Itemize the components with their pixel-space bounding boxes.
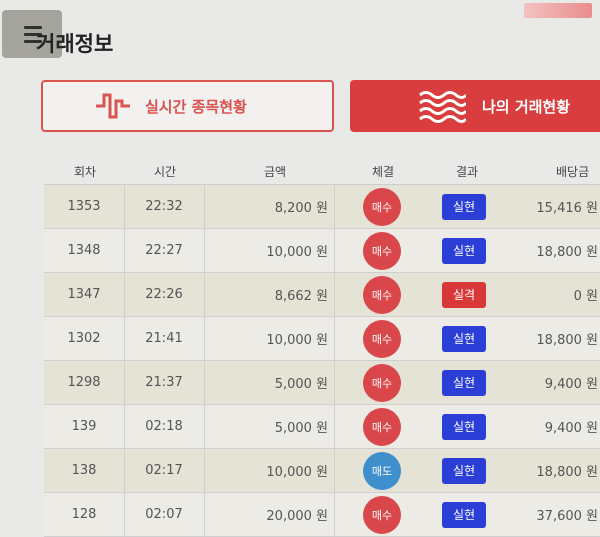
result-cell: 실현: [424, 493, 504, 536]
execution-badge: 매수: [363, 231, 401, 270]
execution-cell: 매수: [334, 229, 430, 272]
amount-cell: 8,200 원: [274, 201, 328, 216]
execution-cell: 매수: [334, 317, 430, 360]
result-cell: 실현: [424, 229, 504, 272]
waves-icon: [419, 91, 466, 123]
trade-table: 1353 22:32 8,200 원 매수 실현 15,416 원 1348 22:27 10,…: [44, 184, 600, 537]
execution-cell: 매수: [334, 405, 430, 448]
result-cell: 실현: [424, 361, 504, 404]
time-cell: 22:32: [145, 199, 183, 214]
amount-cell: 8,662 원: [274, 289, 328, 304]
result-cell: 실격: [424, 273, 504, 316]
round-cell: 1298: [67, 375, 101, 390]
table-row: 1302 21:41 10,000 원 매수 실현 18,800 원: [44, 317, 600, 361]
execution-cell: 매수: [334, 185, 430, 228]
table-row: 1353 22:32 8,200 원 매수 실현 15,416 원: [44, 185, 600, 229]
result-cell: 실현: [424, 317, 504, 360]
execution-badge: 매수: [363, 187, 401, 226]
time-cell: 02:18: [145, 419, 183, 434]
payout-cell: 9,400 원: [544, 377, 598, 392]
result-badge: 실현: [442, 413, 486, 440]
execution-badge: 매수: [363, 407, 401, 446]
round-cell: 1347: [67, 287, 101, 302]
table-row: 1298 21:37 5,000 원 매수 실현 9,400 원: [44, 361, 600, 405]
payout-cell: 18,800 원: [536, 333, 598, 348]
execution-cell: 매수: [334, 493, 430, 536]
table-row: 1347 22:26 8,662 원 매수 실격 0 원: [44, 273, 600, 317]
time-cell: 02:07: [145, 507, 183, 522]
tab-mine-label: 나의 거래현황: [482, 97, 571, 116]
result-badge: 실현: [442, 193, 486, 220]
tab-live-label: 실시간 종목현황: [145, 97, 247, 116]
amount-cell: 10,000 원: [266, 333, 328, 348]
execution-badge: 매수: [363, 275, 401, 314]
time-cell: 02:17: [145, 463, 183, 478]
result-cell: 실현: [424, 449, 504, 492]
payout-cell: 15,416 원: [536, 201, 598, 216]
column-header-round: 회차: [73, 165, 97, 179]
execution-badge: 매수: [363, 319, 401, 358]
result-badge: 실현: [442, 237, 486, 264]
result-badge: 실현: [442, 325, 486, 352]
time-cell: 22:27: [145, 243, 183, 258]
pulse-wave-icon: [96, 93, 130, 119]
payout-cell: 9,400 원: [544, 421, 598, 436]
column-header-amount: 금액: [263, 165, 287, 179]
time-cell: 22:26: [145, 287, 183, 302]
result-cell: 실현: [424, 185, 504, 228]
round-cell: 1302: [67, 331, 101, 346]
result-badge: 실현: [442, 457, 486, 484]
execution-badge: 매수: [363, 363, 401, 402]
result-badge: 실현: [442, 369, 486, 396]
result-cell: 실현: [424, 405, 504, 448]
column-header-result: 결과: [455, 165, 479, 179]
amount-cell: 10,000 원: [266, 245, 328, 260]
result-badge: 실현: [442, 501, 486, 528]
amount-cell: 20,000 원: [266, 509, 328, 524]
table-row: 128 02:07 20,000 원 매수 실현 37,600 원: [44, 493, 600, 537]
tab-my-trades[interactable]: 나의 거래현황: [350, 80, 600, 132]
execution-badge: 매수: [363, 495, 401, 534]
round-cell: 1353: [67, 199, 101, 214]
execution-cell: 매수: [334, 361, 430, 404]
page-title: 거래정보: [36, 32, 114, 56]
payout-cell: 37,600 원: [536, 509, 598, 524]
round-cell: 1348: [67, 243, 101, 258]
execution-cell: 매도: [334, 449, 430, 492]
round-cell: 139: [71, 419, 97, 434]
round-cell: 128: [71, 507, 97, 522]
result-badge: 실격: [442, 281, 486, 308]
round-cell: 138: [71, 463, 97, 478]
amount-cell: 5,000 원: [274, 421, 328, 436]
time-cell: 21:41: [145, 331, 183, 346]
brand-logo: [524, 3, 592, 18]
time-cell: 21:37: [145, 375, 183, 390]
execution-cell: 매수: [334, 273, 430, 316]
column-header-payout: 배당금: [556, 165, 590, 179]
tab-live-status[interactable]: 실시간 종목현황: [41, 80, 334, 132]
column-header-time: 시간: [153, 165, 177, 179]
table-row: 1348 22:27 10,000 원 매수 실현 18,800 원: [44, 229, 600, 273]
table-row: 138 02:17 10,000 원 매도 실현 18,800 원: [44, 449, 600, 493]
table-row: 139 02:18 5,000 원 매수 실현 9,400 원: [44, 405, 600, 449]
payout-cell: 0 원: [573, 289, 598, 304]
execution-badge: 매도: [363, 451, 401, 490]
amount-cell: 5,000 원: [274, 377, 328, 392]
payout-cell: 18,800 원: [536, 245, 598, 260]
payout-cell: 18,800 원: [536, 465, 598, 480]
amount-cell: 10,000 원: [266, 465, 328, 480]
column-header-execution: 체결: [371, 165, 395, 179]
